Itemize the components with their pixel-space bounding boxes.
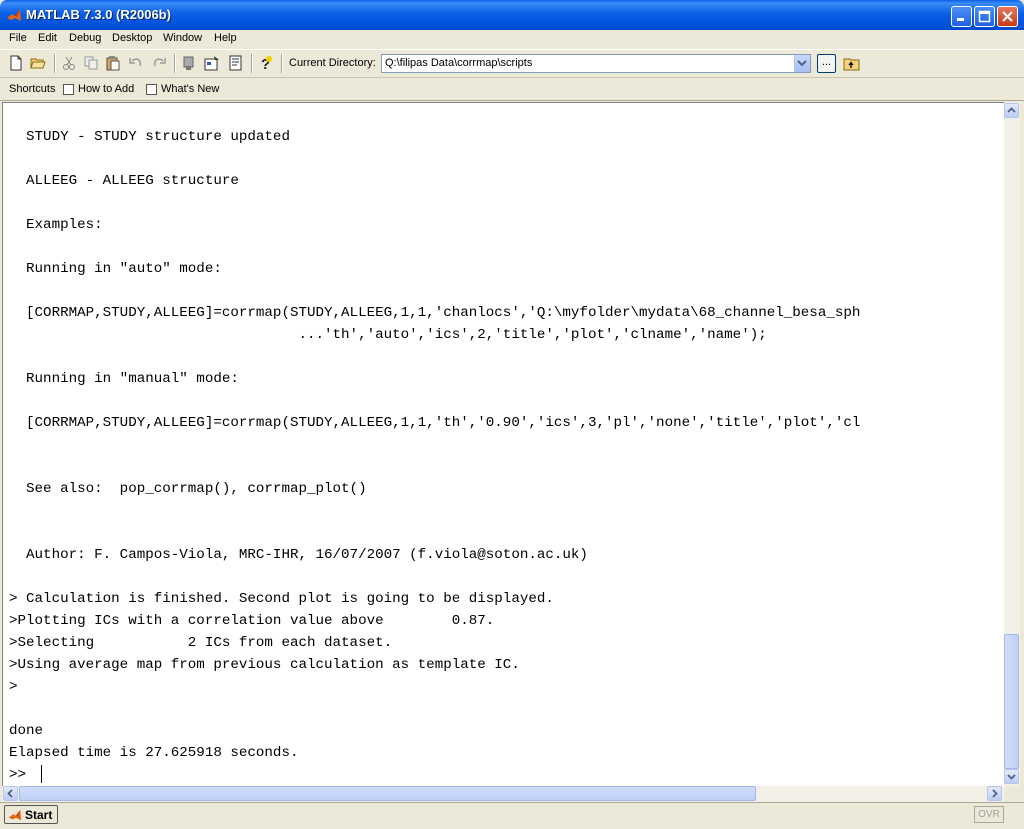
command-line: ALLEEG - ALLEEG structure (9, 173, 239, 189)
horizontal-scroll-thumb[interactable] (19, 786, 756, 801)
whats-new-link[interactable]: What's New (161, 83, 219, 95)
redo-icon[interactable] (151, 55, 167, 71)
browse-folder-button[interactable]: ... (817, 54, 836, 73)
matlab-logo-icon (8, 809, 22, 821)
current-directory-input[interactable] (385, 57, 795, 69)
chevron-down-icon (797, 60, 807, 67)
shortcuts-label[interactable]: Shortcuts (9, 83, 55, 95)
profiler-icon[interactable] (228, 55, 244, 71)
command-line: > (9, 679, 18, 695)
current-directory-combobox[interactable] (381, 54, 811, 73)
start-button[interactable]: Start (4, 805, 58, 824)
how-to-add-link[interactable]: How to Add (78, 83, 134, 95)
shortcuts-bar: Shortcuts How to Add What's New (0, 78, 1024, 101)
command-line: Running in "auto" mode: (9, 261, 222, 277)
status-bar: Start OVR (0, 802, 1024, 829)
menu-window[interactable]: Window (163, 32, 202, 44)
undo-icon[interactable] (128, 55, 144, 71)
command-window[interactable]: STUDY - STUDY structure updated ALLEEG -… (2, 102, 1005, 787)
command-line: >Selecting 2 ICs from each dataset. (9, 635, 393, 651)
current-directory-dropdown-button[interactable] (794, 55, 810, 72)
shortcut-link-icon (146, 84, 157, 95)
toolbar-separator (281, 54, 283, 73)
paste-icon[interactable] (105, 55, 121, 71)
command-line: See also: pop_corrmap(), corrmap_plot() (9, 481, 367, 497)
horizontal-scrollbar[interactable] (2, 786, 1004, 802)
simulink-icon[interactable] (181, 55, 197, 71)
help-icon[interactable]: ? (258, 55, 274, 71)
command-prompt[interactable]: >> (9, 767, 35, 783)
scroll-down-button[interactable] (1004, 769, 1019, 784)
command-line: Running in "manual" mode: (9, 371, 239, 387)
open-folder-icon[interactable] (30, 55, 46, 71)
arrow-down-icon (1007, 774, 1016, 780)
minimize-button[interactable] (951, 6, 972, 27)
matlab-logo-icon (7, 9, 21, 21)
matlab-window: MATLAB 7.3.0 (R2006b) File Edit Debug De… (0, 0, 1024, 829)
close-button[interactable] (997, 6, 1018, 27)
command-line: > Calculation is finished. Second plot i… (9, 591, 554, 607)
menu-desktop[interactable]: Desktop (112, 32, 152, 44)
copy-icon[interactable] (83, 55, 99, 71)
vertical-scrollbar[interactable] (1004, 102, 1020, 786)
menu-bar: File Edit Debug Desktop Window Help (0, 30, 1024, 50)
text-cursor (41, 765, 42, 783)
command-line: >Plotting ICs with a correlation value a… (9, 613, 495, 629)
title-bar[interactable]: MATLAB 7.3.0 (R2006b) (0, 0, 1024, 30)
arrow-left-icon (7, 789, 13, 798)
command-line: >Using average map from previous calcula… (9, 657, 520, 673)
command-line: Examples: (9, 217, 103, 233)
scroll-up-button[interactable] (1004, 103, 1019, 118)
parent-folder-icon[interactable] (843, 55, 861, 72)
menu-file[interactable]: File (9, 32, 27, 44)
menu-debug[interactable]: Debug (69, 32, 101, 44)
overwrite-mode-indicator: OVR (974, 806, 1004, 823)
arrow-up-icon (1007, 107, 1016, 113)
toolbar-separator (54, 54, 56, 73)
window-title: MATLAB 7.3.0 (R2006b) (26, 7, 171, 22)
new-file-icon[interactable] (8, 55, 24, 71)
maximize-button[interactable] (974, 6, 995, 27)
toolbar-separator (251, 54, 253, 73)
arrow-right-icon (992, 789, 998, 798)
toolbar-separator (174, 54, 176, 73)
guide-icon[interactable] (204, 55, 220, 71)
command-line: done (9, 723, 44, 739)
vertical-scroll-thumb[interactable] (1004, 634, 1019, 769)
cut-icon[interactable] (61, 55, 77, 71)
minimize-icon (957, 18, 964, 21)
command-line: STUDY - STUDY structure updated (9, 129, 290, 145)
close-icon (1002, 11, 1013, 22)
shortcut-link-icon (63, 84, 74, 95)
scroll-left-button[interactable] (3, 786, 18, 801)
command-line: [CORRMAP,STUDY,ALLEEG]=corrmap(STUDY,ALL… (9, 415, 861, 431)
current-directory-label: Current Directory: (289, 57, 376, 69)
maximize-icon (978, 10, 991, 23)
menu-edit[interactable]: Edit (38, 32, 57, 44)
menu-help[interactable]: Help (214, 32, 237, 44)
command-line: [CORRMAP,STUDY,ALLEEG]=corrmap(STUDY,ALL… (9, 305, 861, 321)
scroll-right-button[interactable] (987, 786, 1002, 801)
command-line: Elapsed time is 27.625918 seconds. (9, 745, 299, 761)
command-line: ...'th','auto','ics',2,'title','plot','c… (9, 327, 767, 343)
command-line: Author: F. Campos-Viola, MRC-IHR, 16/07/… (9, 547, 588, 563)
start-label: Start (25, 808, 53, 822)
